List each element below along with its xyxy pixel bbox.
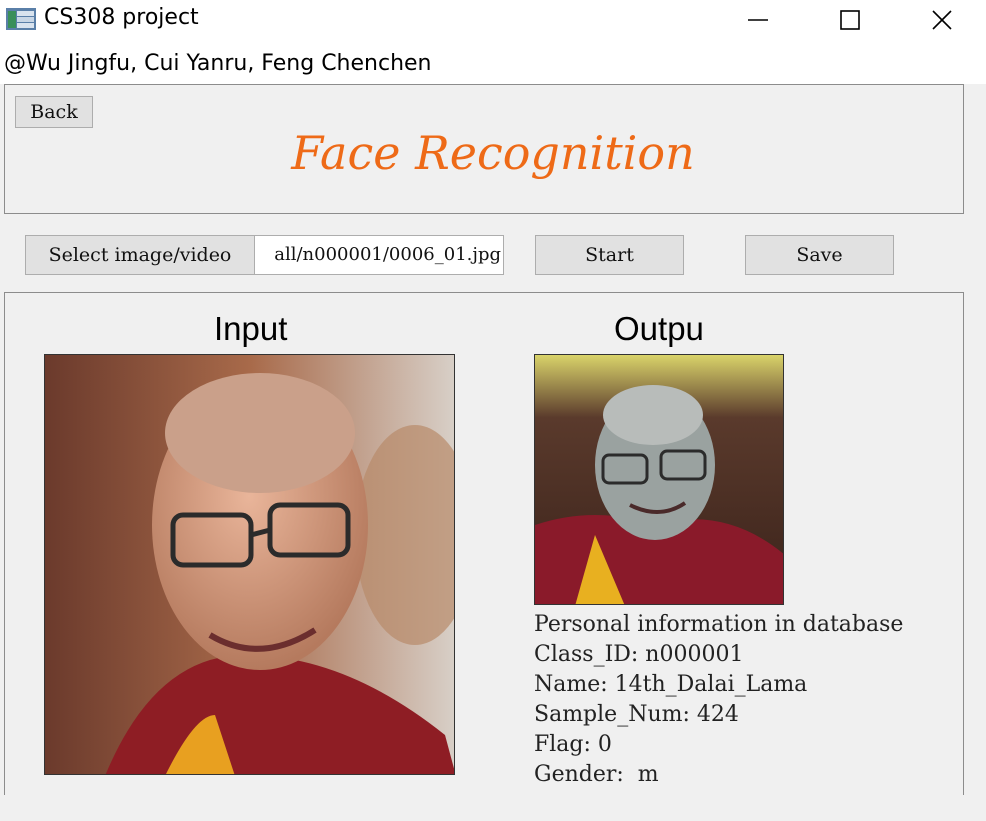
info-sample-num: Sample_Num: 424 (534, 702, 739, 727)
output-image (534, 354, 784, 605)
minimize-icon (748, 19, 768, 21)
input-image (44, 354, 455, 775)
header-bar: @Wu Jingfu, Cui Yanru, Feng Chenchen (0, 38, 986, 84)
info-flag: Flag: 0 (534, 732, 612, 757)
output-label: Outpu (614, 310, 702, 347)
save-button[interactable]: Save (745, 235, 894, 275)
select-image-button[interactable]: Select image/video (25, 235, 255, 275)
title-bar: CS308 project (0, 0, 986, 38)
info-class-id: Class_ID: n000001 (534, 642, 744, 667)
maximize-button[interactable] (826, 0, 872, 38)
back-button[interactable]: Back (15, 96, 93, 128)
window-title: CS308 project (44, 5, 199, 30)
close-icon (932, 10, 952, 30)
app-icon (6, 8, 36, 30)
info-gender: Gender: m (534, 762, 659, 787)
info-name: Name: 14th_Dalai_Lama (534, 672, 808, 697)
page-title: Face Recognition (291, 126, 695, 180)
authors-label: @Wu Jingfu, Cui Yanru, Feng Chenchen (4, 51, 432, 76)
file-path-value: all/n000001/0006_01.jpg (274, 244, 501, 265)
file-path-input[interactable]: all/n000001/0006_01.jpg (254, 235, 504, 275)
info-heading: Personal information in database (534, 612, 904, 637)
start-button[interactable]: Start (535, 235, 684, 275)
minimize-button[interactable] (734, 0, 780, 38)
input-label: Input (214, 310, 288, 347)
close-button[interactable] (918, 0, 964, 38)
maximize-icon (840, 10, 860, 30)
